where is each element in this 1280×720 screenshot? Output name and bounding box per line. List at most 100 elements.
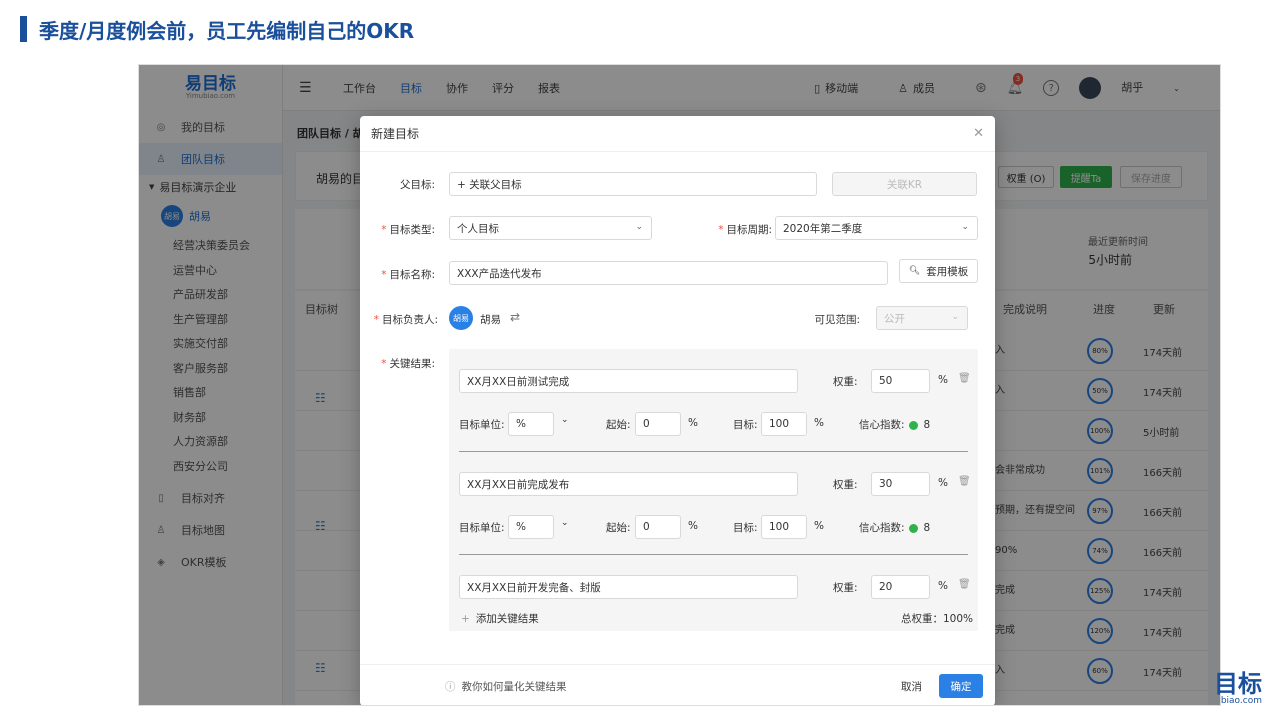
label-text: 目标类型: <box>389 224 435 236</box>
visibility-label: 可见范围: <box>814 314 860 326</box>
start-label: 起始: <box>606 419 631 431</box>
help-link[interactable]: ⓘ 教你如何量化关键结果 <box>445 679 567 694</box>
target-label: 目标: <box>733 419 758 431</box>
chevron-down-icon: ⌄ <box>951 312 959 322</box>
kr-start-input[interactable]: 0 <box>635 515 681 539</box>
confidence-dot-icon <box>908 420 918 430</box>
kr-title-input[interactable]: XX月XX日前测试完成 <box>459 369 798 393</box>
start-label: 起始: <box>606 522 631 534</box>
owner-label: * 目标负责人: <box>373 314 438 326</box>
trash-icon[interactable]: 🗑︎ <box>958 476 971 487</box>
input-value: 30 <box>879 478 893 490</box>
kr-weight-input[interactable]: 30 <box>871 472 930 496</box>
visibility-select[interactable]: 公开 ⌄ <box>876 306 968 330</box>
select-value: 个人目标 <box>457 222 499 235</box>
input-value: 0 <box>643 418 650 430</box>
kr-target-input[interactable]: 100 <box>761 412 807 436</box>
unit-label: 目标单位: <box>459 522 505 534</box>
trash-icon[interactable]: 🗑︎ <box>958 373 971 384</box>
chevron-down-icon: ⌄ <box>635 222 643 232</box>
template-label: 套用模板 <box>926 265 969 278</box>
search-icon: 🔍︎ <box>908 266 921 276</box>
kr-title-input[interactable]: XX月XX日前完成发布 <box>459 472 798 496</box>
link-parent-goal-button[interactable]: + 关联父目标 <box>449 172 817 196</box>
kr-start-input[interactable]: 0 <box>635 412 681 436</box>
trash-icon[interactable]: 🗑︎ <box>958 579 971 590</box>
cancel-button[interactable]: 取消 <box>901 679 922 694</box>
label-text: 目标负责人: <box>381 314 438 326</box>
kr-unit-select[interactable]: % <box>508 412 554 436</box>
total-weight: 总权重：100% <box>901 613 974 625</box>
kr-title-input[interactable]: XX月XX日前开发完备、封版 <box>459 575 798 599</box>
link-parent-label: + 关联父目标 <box>457 178 522 191</box>
goal-name-input[interactable]: XXX产品迭代发布 <box>449 261 888 285</box>
chevron-down-icon[interactable]: ⌄ <box>561 518 569 528</box>
percent-sign: % <box>814 520 824 532</box>
label-text: 关键结果: <box>389 358 435 370</box>
weight-label: 权重: <box>833 582 858 594</box>
percent-sign: % <box>688 417 698 429</box>
kr-weight-input[interactable]: 50 <box>871 369 930 393</box>
owner-name: 胡易 <box>480 314 501 326</box>
label-text: 信心指数: <box>859 522 905 534</box>
corner-logo-sub: biao.com <box>1220 696 1262 706</box>
select-value: % <box>516 418 526 430</box>
select-value: 公开 <box>884 312 905 325</box>
select-value: % <box>516 521 526 533</box>
target-label: 目标: <box>733 522 758 534</box>
confidence-value: 8 <box>923 419 931 431</box>
help-link-label: 教你如何量化关键结果 <box>461 681 567 693</box>
unit-label: 目标单位: <box>459 419 505 431</box>
corner-logo-text: 目标 <box>1214 670 1262 698</box>
corner-logo: 目标 biao.com <box>1214 672 1262 706</box>
input-value: 20 <box>879 581 893 593</box>
slide-title-text: 季度/月度例会前，员工先编制自己的OKR <box>39 18 415 43</box>
weight-label: 权重: <box>833 479 858 491</box>
goal-name-label: * 目标名称: <box>381 269 435 281</box>
app-screenshot: 易目标 Yimubiao.com ◎ 我的目标 ♙ 团队目标 ▼ 易目标演示企业 胡易… <box>138 64 1221 706</box>
dialog-title: 新建目标 <box>360 116 995 152</box>
title-accent-bar <box>20 16 27 42</box>
input-value: 0 <box>643 521 650 533</box>
goal-type-label: * 目标类型: <box>381 224 435 236</box>
goal-period-label: * 目标周期: <box>718 224 772 236</box>
kr-target-input[interactable]: 100 <box>761 515 807 539</box>
percent-sign: % <box>938 374 948 386</box>
label-text: 目标周期: <box>726 224 772 236</box>
input-value: XX月XX日前开发完备、封版 <box>467 581 601 594</box>
input-value: 100 <box>769 418 790 430</box>
apply-template-button[interactable]: 🔍︎ 套用模板 <box>899 259 978 283</box>
percent-sign: % <box>938 477 948 489</box>
kr-divider <box>459 554 968 555</box>
new-goal-dialog: 新建目标 ✕ 父目标: + 关联父目标 关联KR * 目标类型: 个人目标 ⌄ * 目… <box>360 116 995 705</box>
input-value: 50 <box>879 375 893 387</box>
key-results-label: * 关键结果: <box>381 358 435 370</box>
goal-period-select[interactable]: 2020年第二季度 ⌄ <box>775 216 978 240</box>
link-kr-label: 关联KR <box>886 178 923 191</box>
chevron-down-icon: ⌄ <box>961 222 969 232</box>
close-icon[interactable]: ✕ <box>973 126 984 141</box>
confidence-value: 8 <box>923 522 931 534</box>
chevron-down-icon[interactable]: ⌄ <box>561 415 569 425</box>
input-value: XXX产品迭代发布 <box>457 267 542 280</box>
add-key-result-button[interactable]: + 添加关键结果 <box>461 611 539 626</box>
kr-unit-select[interactable]: % <box>508 515 554 539</box>
confirm-button[interactable]: 确定 <box>939 674 983 698</box>
parent-goal-label: 父目标: <box>399 179 435 191</box>
goal-type-select[interactable]: 个人目标 ⌄ <box>449 216 652 240</box>
weight-label: 权重: <box>833 376 858 388</box>
swap-icon[interactable]: ⇄ <box>510 310 520 324</box>
input-value: XX月XX日前测试完成 <box>467 375 570 388</box>
percent-sign: % <box>938 580 948 592</box>
kr-weight-input[interactable]: 20 <box>871 575 930 599</box>
input-value: XX月XX日前完成发布 <box>467 478 570 491</box>
slide-title: 季度/月度例会前，员工先编制自己的OKR <box>20 15 414 43</box>
confidence-label: 信心指数: 8 <box>859 417 930 432</box>
plus-icon: + <box>461 613 470 625</box>
select-value: 2020年第二季度 <box>783 222 863 235</box>
link-kr-button[interactable]: 关联KR <box>832 172 977 196</box>
percent-sign: % <box>688 520 698 532</box>
key-results-panel: XX月XX日前测试完成 权重: 50 % 🗑︎ 目标单位: % ⌄ 起始: 0 … <box>449 349 978 631</box>
label-text: 信心指数: <box>859 419 905 431</box>
avatar: 胡易 <box>449 306 473 330</box>
